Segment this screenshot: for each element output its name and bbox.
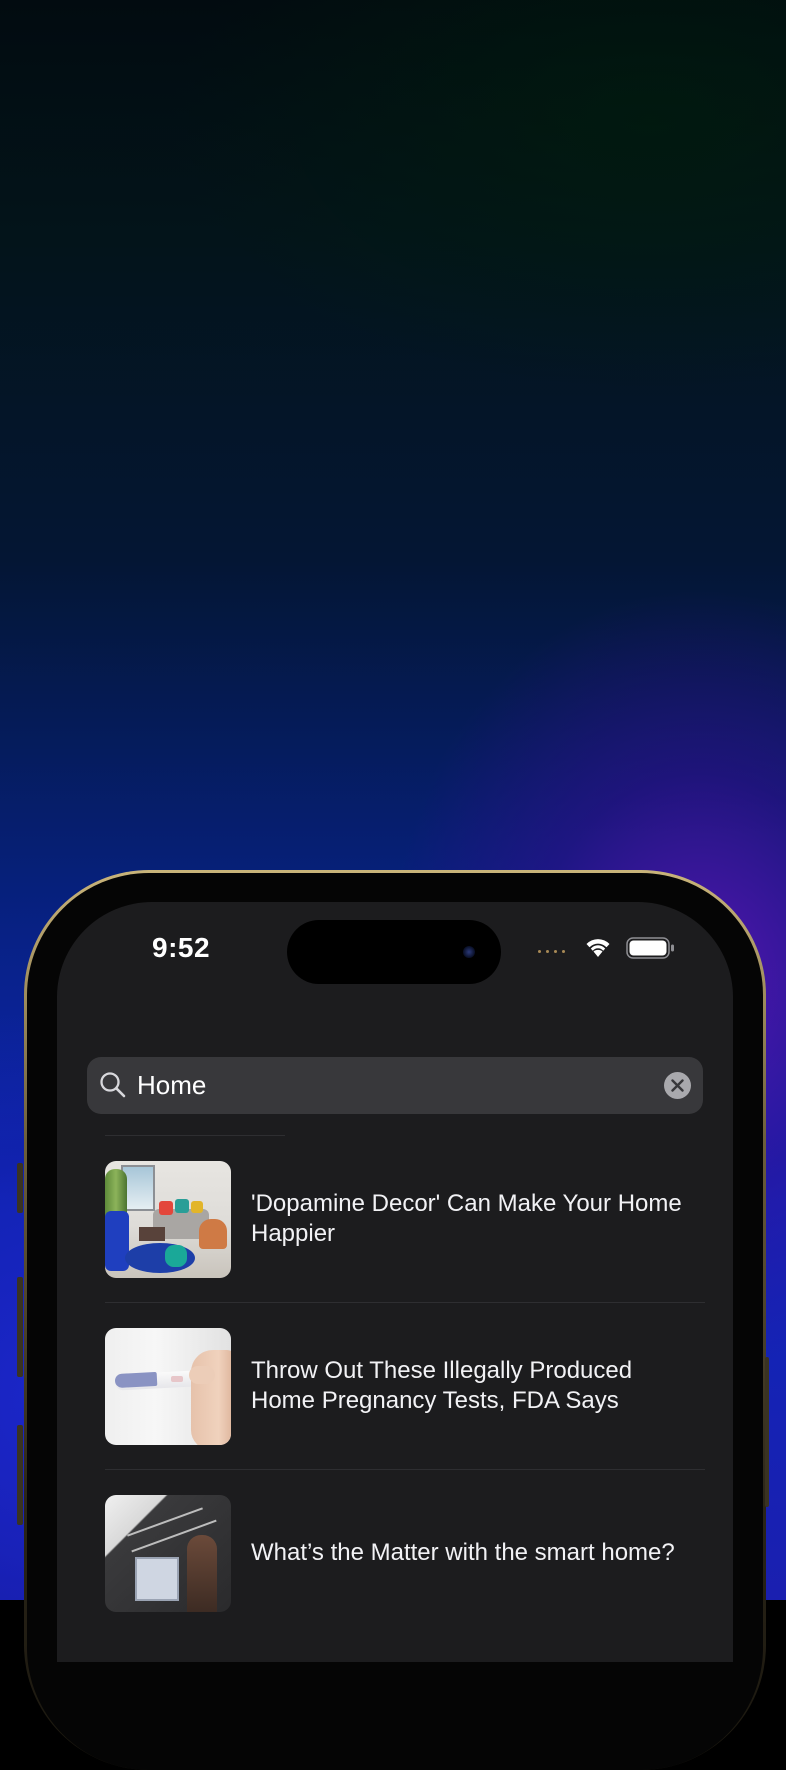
- search-results-list: 'Dopamine Decor' Can Make Your Home Happ…: [105, 1135, 705, 1636]
- side-button-power: [765, 1357, 769, 1507]
- result-item[interactable]: Throw Out These Illegally Produced Home …: [105, 1303, 705, 1469]
- search-field[interactable]: [87, 1057, 703, 1114]
- cellular-signal-icon: [538, 950, 565, 953]
- result-title: 'Dopamine Decor' Can Make Your Home Happ…: [251, 1190, 682, 1247]
- wifi-icon: [586, 939, 610, 957]
- dynamic-island: [287, 920, 501, 984]
- search-input[interactable]: [137, 1057, 637, 1114]
- side-button-volume-down: [17, 1425, 23, 1525]
- battery-full-icon: [626, 937, 674, 959]
- clear-search-button[interactable]: [664, 1072, 691, 1099]
- front-camera: [463, 946, 475, 958]
- result-thumbnail: [105, 1327, 231, 1445]
- result-thumbnail: [105, 1160, 231, 1278]
- status-time: 9:52: [152, 932, 211, 963]
- result-title: What’s the Matter with the smart home?: [251, 1539, 675, 1566]
- side-button-action: [17, 1163, 23, 1213]
- side-button-volume-up: [17, 1277, 23, 1377]
- search-icon: [100, 1072, 126, 1098]
- clear-circle-icon: [671, 1079, 684, 1092]
- result-item[interactable]: What’s the Matter with the smart home?: [105, 1470, 705, 1636]
- phone-screen: 9:52 Home 'Dopamine Decor' Can Make Your…: [57, 902, 733, 1662]
- result-title: Throw Out These Illegally Produced Home …: [251, 1357, 633, 1414]
- result-thumbnail: [105, 1494, 231, 1612]
- result-item[interactable]: 'Dopamine Decor' Can Make Your Home Happ…: [105, 1136, 705, 1302]
